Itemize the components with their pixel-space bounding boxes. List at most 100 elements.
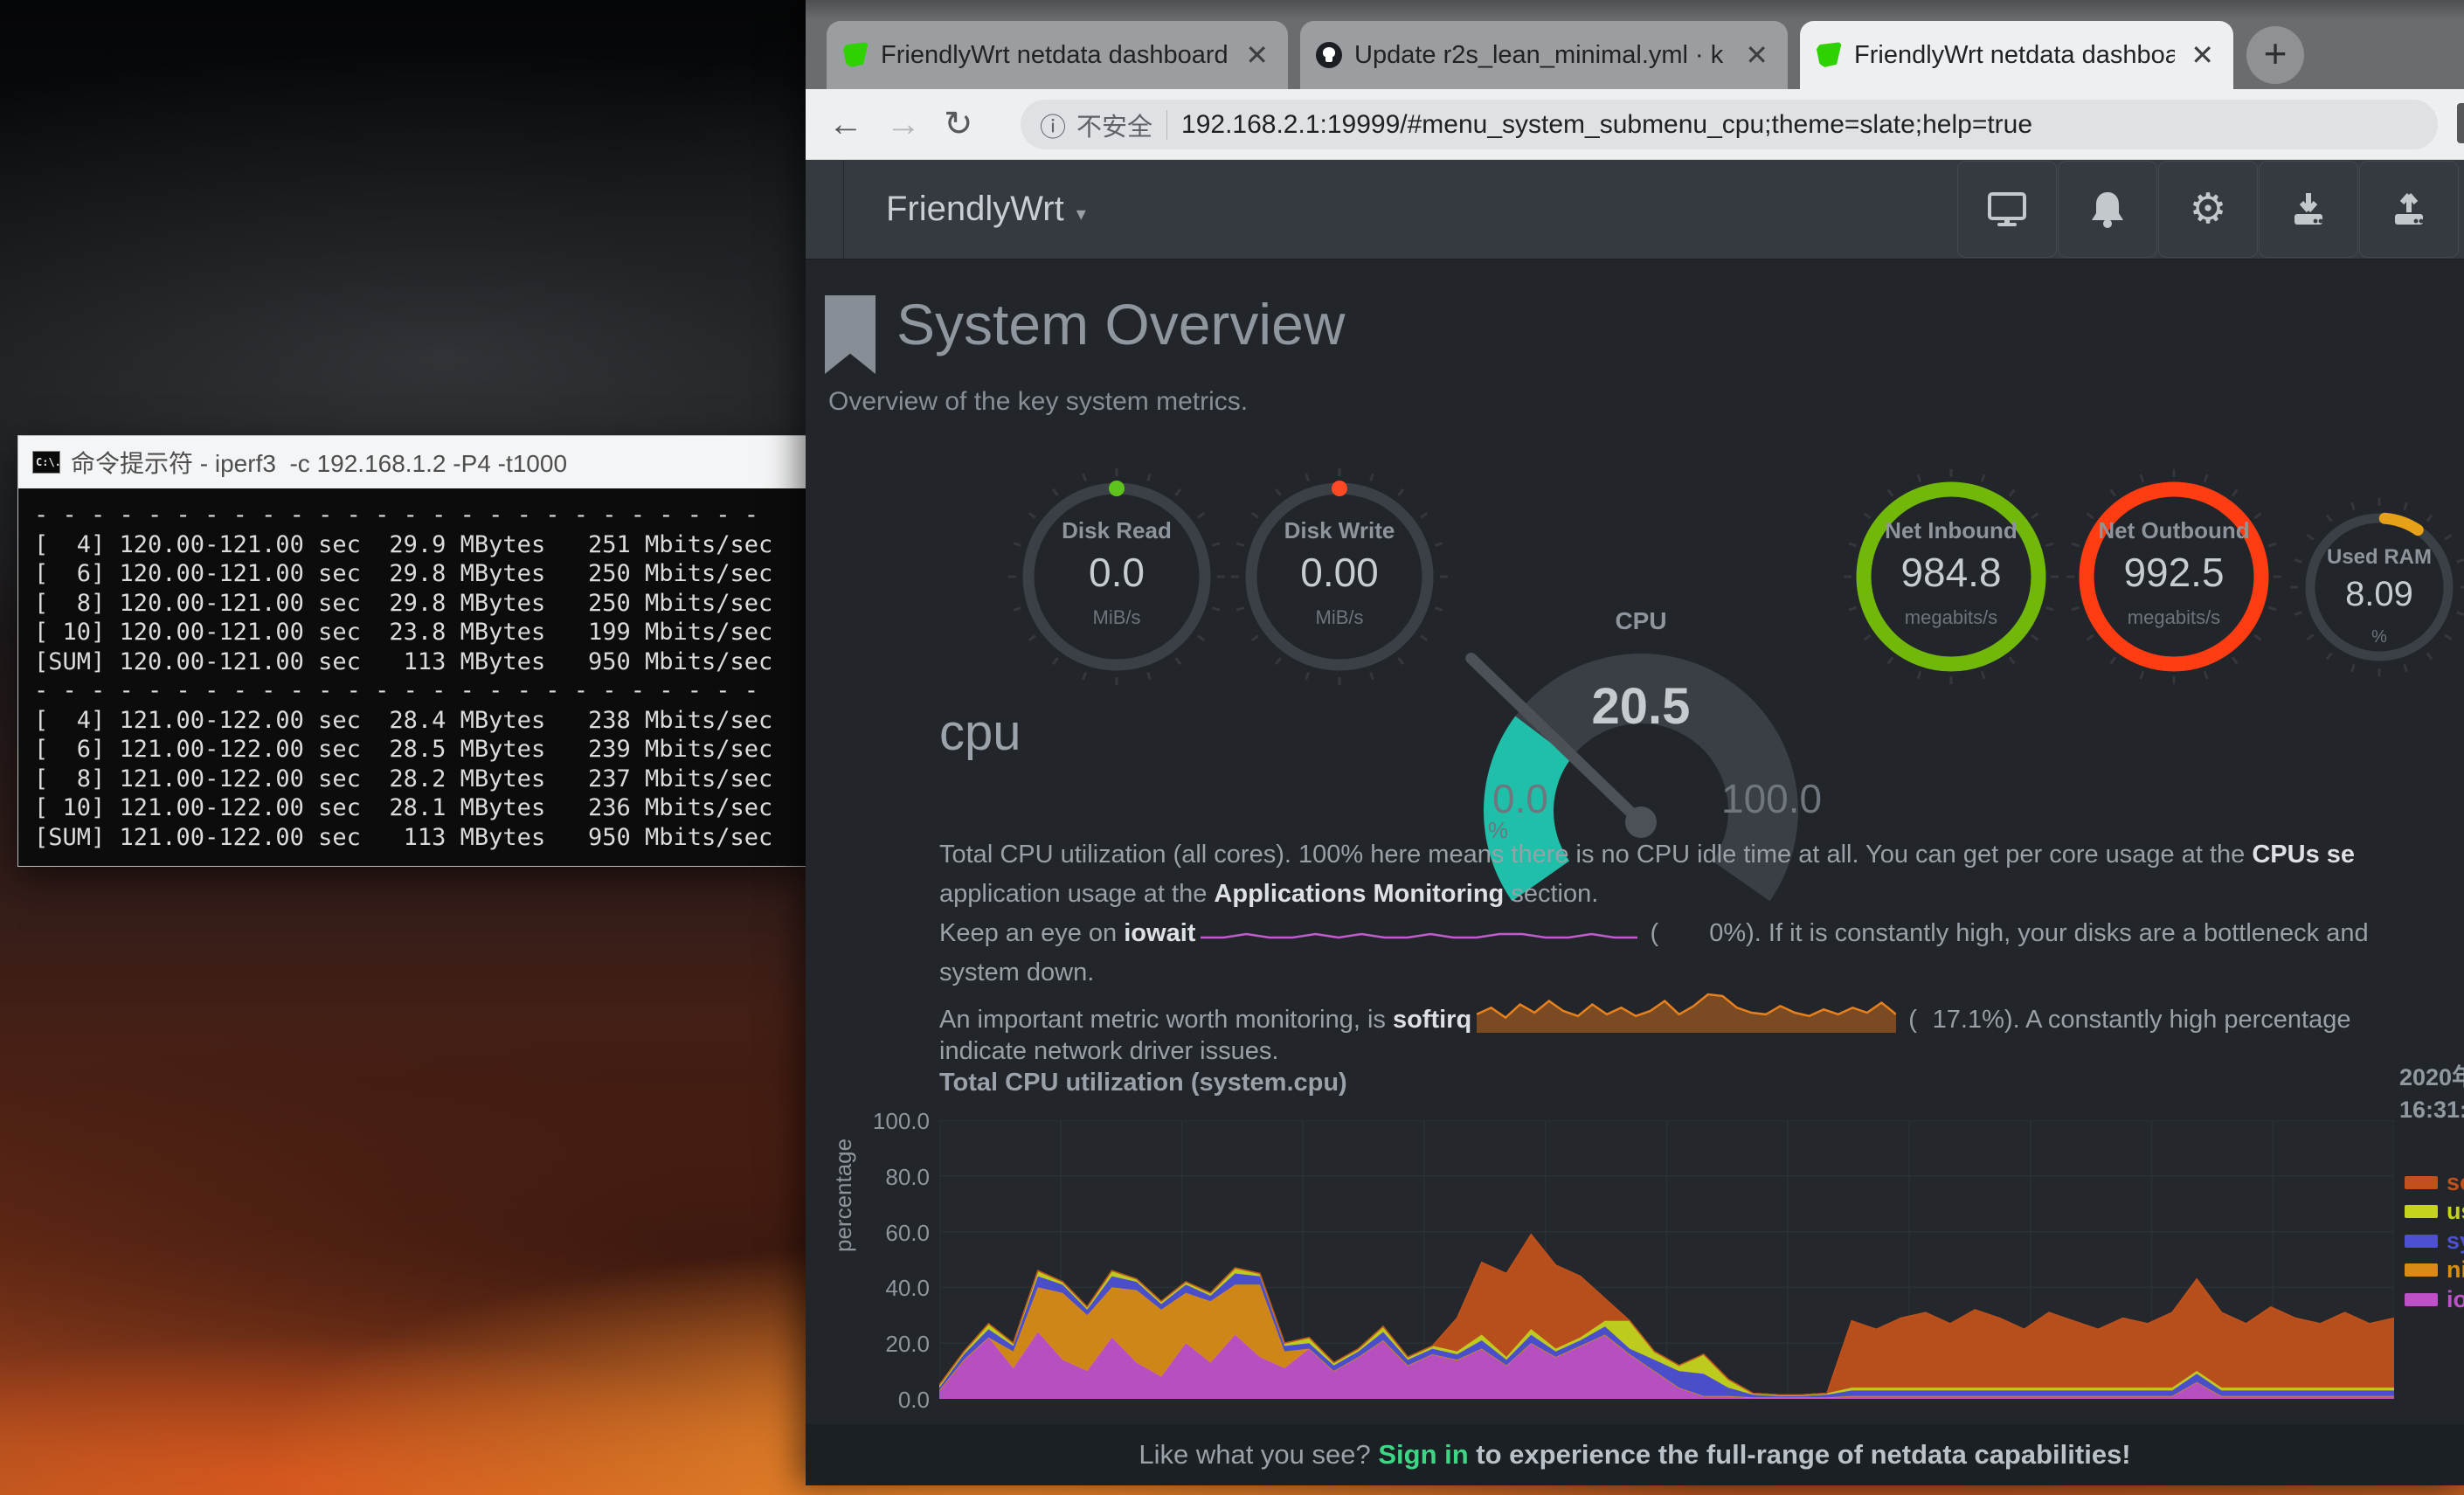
netdata-dashboard: FriendlyWrt▾ ⚙	[806, 160, 2464, 1485]
gauge-max: 100.0	[1721, 775, 1817, 822]
gauge-value: 8.09	[2292, 575, 2464, 614]
tab-title: FriendlyWrt netdata dashboard	[881, 41, 1229, 70]
terminal-body[interactable]: - - - - - - - - - - - - - - - - - - - - …	[18, 488, 806, 866]
signin-bar: Like what you see? Sign in to experience…	[806, 1424, 2464, 1485]
upload-icon	[2390, 191, 2428, 228]
reload-button[interactable]: ↻	[944, 104, 973, 144]
cpu-chart[interactable]	[939, 1120, 2394, 1399]
chart-timestamp: 2020年3 16:31:2	[2399, 1062, 2464, 1126]
legend-label: nice	[2447, 1256, 2464, 1284]
gauge-disk-write[interactable]: Disk Write 0.00 MiB/s	[1226, 463, 1453, 690]
chart-title: Total CPU utilization (system.cpu)	[939, 1069, 1347, 1097]
legend-item-iowait[interactable]: iowait	[2405, 1286, 2464, 1312]
legend-item-system[interactable]: system	[2405, 1228, 2464, 1254]
iowait-sparkline	[1201, 932, 1637, 946]
description-line: Total CPU utilization (all cores). 100% …	[939, 835, 2464, 875]
gauge-used-ram[interactable]: Used RAM 8.09 %	[2292, 500, 2464, 675]
chart-y-axis-label: percentage	[830, 1139, 857, 1252]
y-tick-label: 60.0	[855, 1220, 930, 1247]
description-line: system down.	[939, 953, 2464, 993]
terminal-window[interactable]: C:\. 命令提示符 - iperf3 -c 192.168.1.2 -P4 -…	[17, 435, 807, 867]
legend-label: softirq	[2447, 1169, 2464, 1196]
gauge-label: Disk Write	[1226, 517, 1453, 544]
gauge-disk-read[interactable]: Disk Read 0.0 MiB/s	[1003, 463, 1230, 690]
cmd-icon: C:\.	[32, 451, 60, 474]
settings-button[interactable]: ⚙	[2158, 161, 2258, 258]
legend-item-user[interactable]: user	[2405, 1199, 2464, 1225]
gauge-unit: %	[2292, 627, 2464, 647]
browser-toolbar: ← → ↻ ⓘ 不安全 192.168.2.1:19999/#menu_syst…	[806, 89, 2464, 160]
terminal-title: 命令提示符 - iperf3 -c 192.168.1.2 -P4 -t1000	[71, 445, 567, 480]
forward-button[interactable]: →	[886, 105, 921, 144]
signin-post: to experience the full-range of netdata …	[1469, 1439, 2131, 1470]
y-tick-label: 40.0	[855, 1275, 930, 1302]
y-tick-label: 80.0	[855, 1164, 930, 1191]
description-line: Keep an eye on iowait (0%). If it is con…	[939, 914, 2464, 953]
chevron-down-icon: ▾	[1076, 203, 1086, 225]
gauge-label: Used RAM	[2292, 545, 2464, 570]
description-line: indicate network driver issues.	[939, 1032, 2464, 1071]
legend-item-nice[interactable]: nice	[2405, 1257, 2464, 1284]
terminal-output: - - - - - - - - - - - - - - - - - - - - …	[18, 488, 806, 852]
security-label: 不安全	[1076, 107, 1152, 143]
legend-swatch	[2405, 1293, 2438, 1306]
gauge-net-inbound[interactable]: Net Inbound 984.8 megabits/s	[1838, 463, 2065, 690]
netdata-icon	[842, 42, 869, 68]
softirq-sparkline	[1477, 993, 1896, 1033]
omnibox-separator	[1166, 110, 1167, 140]
gauge-label: Net Outbound	[2060, 517, 2288, 544]
tab-netdata-2-active[interactable]: FriendlyWrt netdata dashboard ✕	[1800, 21, 2233, 89]
screen: C:\. 命令提示符 - iperf3 -c 192.168.1.2 -P4 -…	[0, 0, 2464, 1495]
github-icon	[1316, 42, 1342, 68]
gauge-value: 0.00	[1226, 549, 1453, 596]
legend-item-softirq[interactable]: softirq	[2405, 1169, 2464, 1195]
import-snapshot-button[interactable]	[2259, 161, 2358, 258]
tab-netdata-1[interactable]: FriendlyWrt netdata dashboard ✕	[827, 21, 1288, 89]
section-title: System Overview	[896, 291, 1345, 357]
brand-menu[interactable]: FriendlyWrt▾	[886, 160, 1086, 259]
gauge-value: 992.5	[2060, 549, 2288, 596]
download-icon	[2289, 191, 2328, 228]
legend-label: user	[2447, 1198, 2464, 1225]
browser-window: FriendlyWrt netdata dashboard ✕ Update r…	[806, 0, 2464, 1485]
legend-swatch	[2405, 1235, 2438, 1248]
tab-strip: FriendlyWrt netdata dashboard ✕ Update r…	[806, 0, 2464, 89]
cpu-description: Total CPU utilization (all cores). 100% …	[939, 835, 2464, 1071]
netdata-icon	[1816, 42, 1842, 68]
legend-swatch	[2405, 1263, 2438, 1277]
gauge-value: 984.8	[1838, 549, 2065, 596]
gauge-label: Net Inbound	[1838, 517, 2065, 544]
signin-link[interactable]: Sign in	[1378, 1439, 1468, 1470]
clipped-toolbar-icon	[2457, 103, 2464, 143]
info-icon[interactable]: ⓘ	[1040, 106, 1066, 144]
back-button[interactable]: ←	[828, 105, 863, 144]
new-tab-button[interactable]: +	[2246, 26, 2304, 84]
signin-pre: Like what you see?	[1139, 1439, 1378, 1470]
cpu-section-heading: cpu	[939, 703, 1021, 762]
close-icon[interactable]: ✕	[2187, 38, 2218, 72]
legend-swatch	[2405, 1176, 2438, 1189]
gauge-value: 20.5	[1466, 677, 1816, 736]
alarms-button[interactable]	[2058, 161, 2157, 258]
legend-swatch	[2405, 1205, 2438, 1218]
monitor-icon	[1987, 192, 2027, 227]
address-bar[interactable]: ⓘ 不安全 192.168.2.1:19999/#menu_system_sub…	[1021, 100, 2438, 149]
gauge-net-outbound[interactable]: Net Outbound 992.5 megabits/s	[2060, 463, 2288, 690]
gauge-unit: MiB/s	[1226, 606, 1453, 629]
section-subtitle: Overview of the key system metrics.	[828, 387, 1248, 417]
gauge-min: 0.0	[1470, 775, 1548, 822]
close-icon[interactable]: ✕	[1741, 38, 1772, 72]
y-tick-label: 0.0	[855, 1387, 930, 1414]
terminal-titlebar[interactable]: C:\. 命令提示符 - iperf3 -c 192.168.1.2 -P4 -…	[18, 436, 806, 488]
gauge-label: Disk Read	[1003, 517, 1230, 544]
legend-label: system	[2447, 1228, 2464, 1255]
dashboard-navbar: FriendlyWrt▾ ⚙	[806, 160, 2464, 260]
export-snapshot-button[interactable]	[2359, 161, 2459, 258]
y-tick-label: 100.0	[855, 1108, 930, 1135]
url-text[interactable]: 192.168.2.1:19999/#menu_system_submenu_c…	[1181, 110, 2032, 140]
tab-github[interactable]: Update r2s_lean_minimal.yml · k ✕	[1300, 21, 1788, 89]
print-dashboard-button[interactable]	[1957, 161, 2057, 258]
tab-title: FriendlyWrt netdata dashboard	[1854, 41, 2175, 70]
navbar-separator	[843, 160, 844, 259]
close-icon[interactable]: ✕	[1242, 38, 1272, 72]
